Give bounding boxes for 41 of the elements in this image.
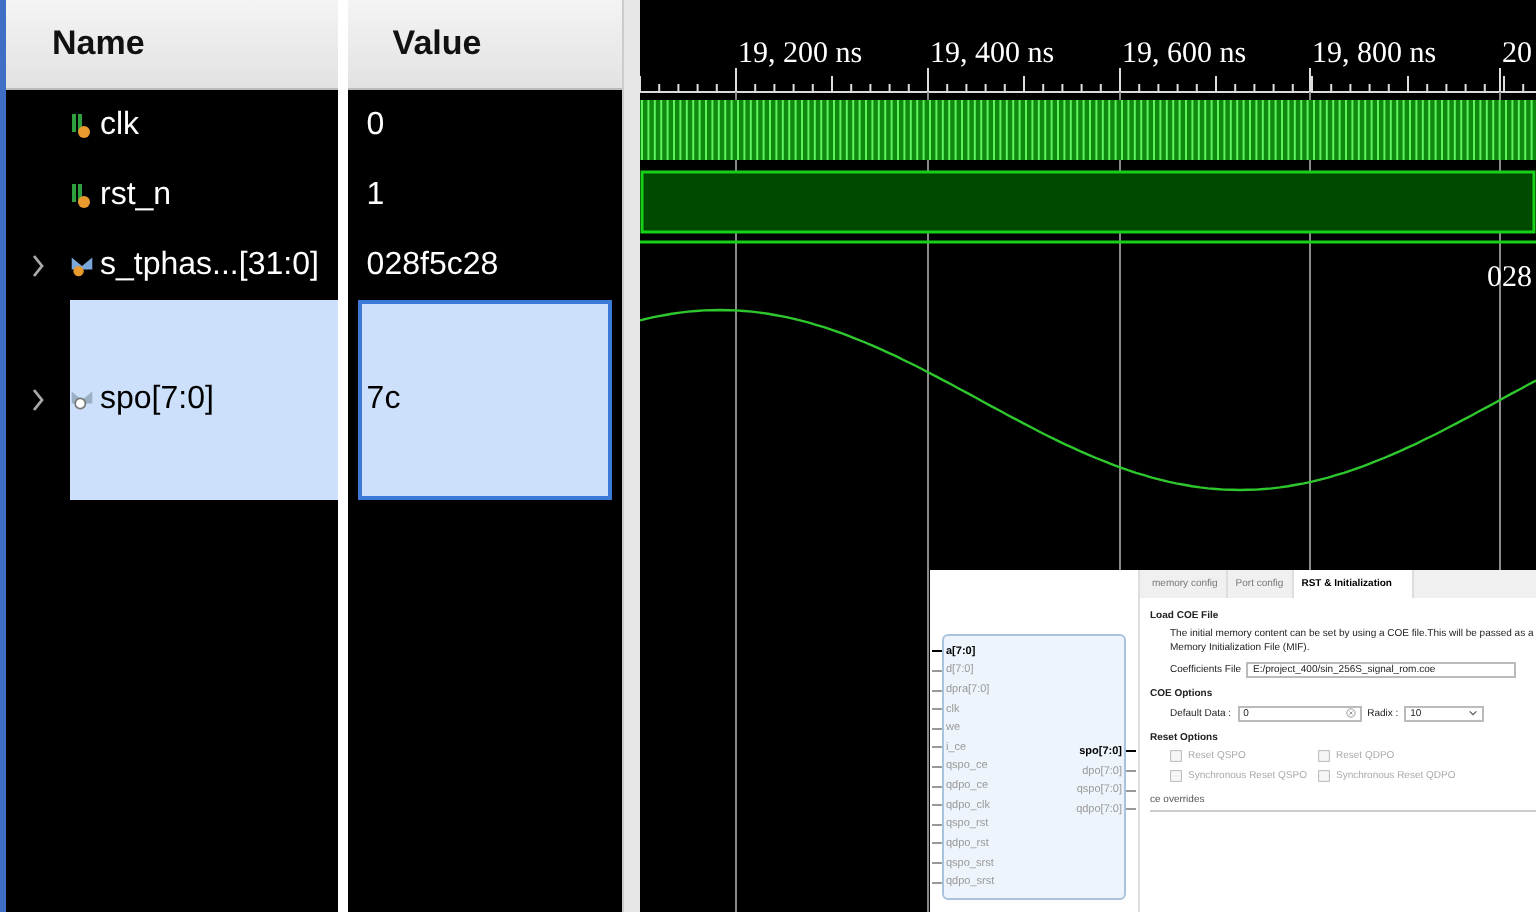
time-label: 20 [1502, 38, 1532, 70]
signal-value-cell-text: 1 [364, 175, 387, 215]
pin-line [932, 881, 942, 884]
signal-icon [70, 111, 94, 139]
signal-name-cell[interactable]: s_tphas...[31:0] [70, 230, 339, 300]
chevron-down-icon [1468, 708, 1479, 718]
column-header[interactable]: Name [6, 0, 339, 90]
pin-line [932, 669, 942, 672]
pin-line [932, 746, 942, 749]
splitter-bar[interactable] [622, 0, 640, 912]
pin-line [932, 842, 942, 845]
signal-name-cell[interactable]: clk [70, 90, 339, 160]
time-label: 19, 400 ns [930, 38, 1055, 70]
pin-line [932, 823, 942, 826]
chevron-icon[interactable] [30, 253, 46, 277]
signal-name-cell[interactable]: spo[7:0] [70, 300, 339, 500]
pin-line [932, 862, 942, 864]
time-label: 19, 200 ns [738, 38, 863, 70]
time-label: 19, 600 ns [1122, 38, 1247, 70]
column-header[interactable]: Value [348, 0, 623, 90]
pin-line [932, 689, 942, 692]
pin-line [932, 650, 942, 653]
pin-line [932, 765, 942, 768]
pin-line [932, 804, 942, 807]
analog-icon [70, 386, 94, 414]
pin-line [1126, 770, 1136, 773]
pin-line [932, 785, 942, 788]
clear-icon[interactable] [1345, 708, 1356, 718]
pin-line [932, 708, 942, 711]
signal-icon [70, 181, 94, 209]
time-label: 19, 800 ns [1312, 38, 1437, 70]
pin-line [1126, 789, 1136, 792]
pin-line [1126, 750, 1136, 753]
signal-value-cell: 7c [358, 300, 613, 500]
bus-value-label: 028 [1487, 262, 1532, 294]
chevron-icon[interactable] [30, 388, 46, 412]
signal-name-cell[interactable]: rst_n [70, 160, 339, 230]
pin-line [1126, 808, 1136, 811]
signal-value-cell-text: 0 [364, 105, 387, 145]
pin-line [932, 727, 942, 730]
signal-value-cell-text: 028f5c28 [364, 245, 501, 285]
